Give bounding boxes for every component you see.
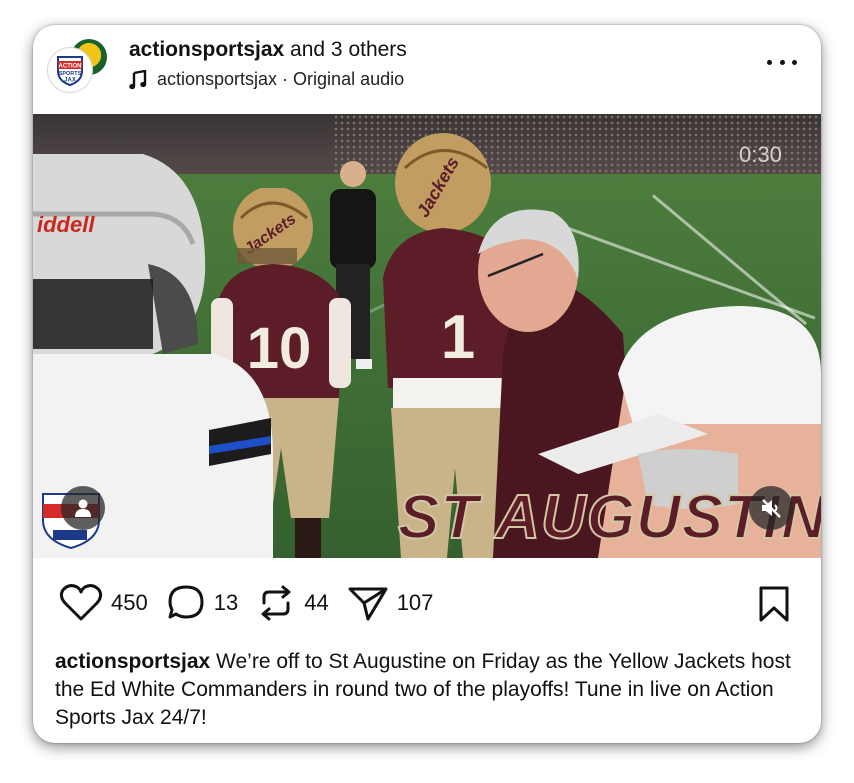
music-note-icon: [129, 69, 147, 89]
audio-line[interactable]: actionsportsjax · Original audio: [129, 69, 404, 90]
bookmark-icon[interactable]: [757, 585, 791, 623]
collab-suffix[interactable]: and 3 others: [284, 38, 407, 61]
avatar-stack[interactable]: ACTION SPORTS JAX: [47, 33, 109, 95]
video-timer: 0:30: [739, 142, 782, 167]
tagged-people-button[interactable]: [61, 486, 105, 530]
mute-button[interactable]: [749, 486, 793, 530]
share-action[interactable]: 107: [347, 583, 434, 623]
post-author-line[interactable]: actionsportsjax and 3 others: [129, 38, 407, 62]
svg-text:ACTION: ACTION: [59, 64, 82, 70]
save-button[interactable]: [757, 585, 791, 628]
audio-label[interactable]: actionsportsjax · Original audio: [157, 69, 404, 90]
comment-count[interactable]: 13: [214, 590, 238, 616]
like-action[interactable]: 450: [59, 583, 148, 623]
like-count[interactable]: 450: [111, 590, 148, 616]
action-bar: 450 13 44 107: [59, 583, 451, 623]
caption-username[interactable]: actionsportsjax: [55, 650, 210, 673]
video-player[interactable]: 0:30 Jackets 10 Jackets 1 iddell ST AUGU…: [33, 114, 821, 558]
person-icon: [75, 499, 91, 517]
more-options-icon[interactable]: [767, 57, 797, 67]
speaker-muted-icon: [762, 499, 781, 518]
svg-text:iddell: iddell: [37, 212, 95, 237]
repost-count[interactable]: 44: [304, 590, 328, 616]
avatar[interactable]: ACTION SPORTS JAX: [47, 47, 93, 93]
repost-icon[interactable]: [256, 583, 296, 623]
comment-icon[interactable]: [166, 583, 206, 623]
svg-text:JAX: JAX: [64, 78, 76, 84]
post-caption: actionsportsjax We’re off to St Augustin…: [55, 648, 805, 732]
comment-action[interactable]: 13: [166, 583, 238, 623]
post-card: ACTION SPORTS JAX actionsportsjax and 3 …: [33, 25, 821, 743]
heart-icon[interactable]: [59, 583, 103, 623]
action-sports-jax-logo: ACTION SPORTS JAX: [57, 56, 83, 87]
share-count[interactable]: 107: [397, 590, 434, 616]
author-username[interactable]: actionsportsjax: [129, 38, 284, 61]
repost-action[interactable]: 44: [256, 583, 329, 623]
send-icon[interactable]: [347, 583, 389, 623]
svg-text:SPORTS: SPORTS: [59, 71, 82, 77]
